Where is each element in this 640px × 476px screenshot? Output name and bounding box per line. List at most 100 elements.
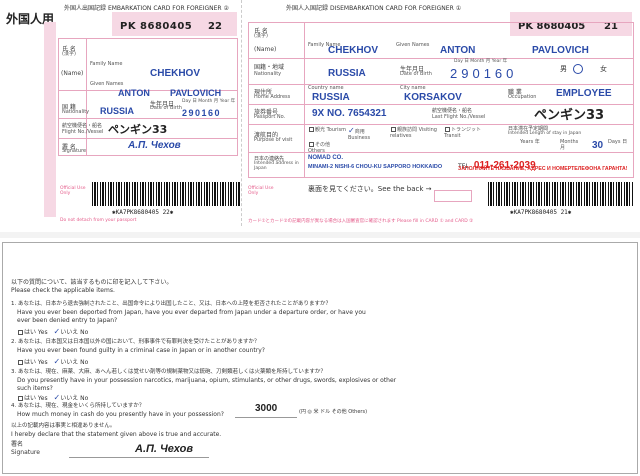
middle-name-value: PAVLOVICH: [170, 88, 222, 98]
disembarkation-card: 外国人入国記録 DISEMBARKATION CARD FOR FOREIGNE…: [244, 0, 636, 226]
purpose-label-en: Purpose of visit: [254, 137, 293, 143]
given-name-value: ANTON: [118, 88, 150, 98]
right-footer-text: カード①とカード②の記載内容が異なる場合は入国審査官に確認されます Please…: [248, 219, 474, 224]
sign-label-en: Signature: [62, 148, 87, 154]
q1-yes-checkbox[interactable]: [18, 330, 23, 335]
card-number: 22: [208, 21, 222, 32]
given-names-label: Given Names: [90, 81, 124, 87]
passport-value: 9X NO. 7654321: [312, 108, 387, 119]
dob-label-en: Date of Birth: [150, 105, 182, 111]
declare-en: I hereby declare that the statement give…: [11, 431, 222, 438]
q1-jp: 1. あなたは、日本から退去強制されたこと、出国命令により出国したこと、又は、日…: [11, 301, 331, 307]
q2-jp: 2. あなたは、日本国又は日本国以外の国において、刑事事件で有罪判決を受けたこと…: [11, 339, 260, 345]
right-name-label-en: (Name): [254, 46, 277, 53]
stay-days-label: Days 日: [608, 139, 628, 145]
back-sign-label-en: Signature: [11, 449, 40, 456]
dob-cols: Day 日 Month 月 Year 年: [182, 99, 236, 104]
tourism-checkbox[interactable]: [309, 127, 314, 132]
occupation-label-en: Occupation: [508, 94, 537, 100]
last-flight-label-jp: 航空機便名・船名: [432, 108, 473, 114]
right-dob-cols: Day 日 Month 月 Year 年: [454, 59, 508, 64]
purpose-business[interactable]: ✓商用 Business: [348, 126, 386, 141]
card-header: 外国人出国記録 EMBARKATION CARD FOR FOREIGNER ②: [64, 3, 229, 12]
sex-circle-icon: [573, 64, 584, 74]
purpose-others[interactable]: その他 Others: [308, 142, 348, 154]
contact-label-en: Intended address in Japan: [254, 161, 299, 171]
name-label-sub: (漢字): [62, 51, 76, 57]
nationality-label-en: Nationality: [62, 109, 90, 115]
contact-line2: MINAMI-2 NISHI-6 CHOU-KU SAPPORO HOKKAID…: [308, 164, 443, 170]
q2-en: Have you ever been found guilty in a cri…: [17, 347, 265, 354]
back-card: 以下の質問について、該当するものに印を記入して下さい。 Please check…: [2, 242, 638, 474]
right-col-divider: [304, 22, 305, 178]
q1-answers: はい Yes ✓いいえ No: [17, 327, 88, 337]
money-underline: [235, 417, 297, 418]
right-row-5: [248, 152, 634, 153]
q3-yes-label: はい Yes: [24, 395, 48, 402]
city-label: City name: [400, 85, 426, 91]
back-signature-value: А.П. Чехов: [135, 443, 193, 455]
q3-no-label: いいえ No: [60, 395, 89, 402]
signature-value: А.П. Чехов: [128, 140, 181, 151]
q4-jp: 4. あなたは、現在、現金をいくら所持していますか？: [11, 403, 145, 409]
name-label-en: (Name): [61, 70, 84, 77]
city-value: KORSAKOV: [404, 92, 462, 103]
q1-en: Have you ever been deported from Japan, …: [17, 309, 366, 324]
q1-no-label: いいえ No: [60, 329, 89, 336]
right-office-use: Official Use Only: [248, 186, 274, 196]
q3-yes-checkbox[interactable]: [18, 396, 23, 401]
dob-value: 290160: [182, 108, 222, 118]
family-name-label: Family Name: [90, 61, 123, 67]
purpose-tourism[interactable]: 観光 Tourism: [308, 127, 346, 134]
right-barcode-text: ✱KA7PK8680405 21✱: [510, 209, 572, 216]
office-use-label: Official Use Only: [60, 186, 86, 196]
last-flight-label-en: Last Flight No./Vessel: [432, 114, 486, 120]
money-value: 3000: [255, 403, 278, 414]
right-given-name-value: ANTON: [440, 45, 476, 56]
right-row-1: [248, 58, 634, 59]
q1-yes-label: はい Yes: [24, 329, 48, 336]
purpose-tourism-label: 観光 Tourism: [315, 127, 346, 133]
signature-underline: [69, 457, 209, 458]
left-barcode: [92, 182, 240, 206]
right-nationality-label-jp: 国籍・地域: [254, 64, 285, 71]
right-card-header: 外国人入国記録 DISEMBARKATION CARD FOR FOREIGNE…: [286, 3, 461, 12]
business-check-icon[interactable]: ✓: [348, 126, 355, 135]
right-nationality-label-en: Nationality: [254, 71, 282, 77]
row-divider-3: [58, 138, 238, 139]
declare-jp: 以上の記載内容は事実と相違ありません。: [11, 423, 116, 429]
right-row-4: [248, 124, 634, 125]
right-barcode: [488, 182, 634, 206]
header-num: ①: [455, 5, 462, 12]
nationality-value: RUSSIA: [100, 106, 135, 116]
sex-male: 男: [560, 64, 584, 74]
red-note: ЗАПОЛНЯЙТЕ НАЗВАНИЕ, АДРЕС И НОМЕРТЕЛЕФО…: [458, 166, 628, 172]
purpose-relatives-label: 親族訪問 Visiting relatives: [390, 127, 437, 139]
purpose-relatives[interactable]: 親族訪問 Visiting relatives: [390, 127, 440, 139]
flight-value: ペンギン33: [108, 123, 168, 136]
header-num: ②: [223, 5, 229, 12]
last-flight-value: ペンギン33: [534, 108, 605, 123]
stay-years: Years 年: [520, 139, 540, 145]
purpose-transit[interactable]: トランジット Transit: [444, 127, 484, 139]
q3-jp: 3. あなたは、現在、麻薬、大麻、あへん若しくは覚せい剤等の規制薬物又は銃砲、刀…: [11, 369, 326, 375]
right-name-label-sub: (漢字): [254, 33, 268, 39]
intro-en: Please check the applicable items.: [11, 287, 115, 294]
stay-label-en: Intended Length of stay in Japan: [508, 131, 582, 136]
q2-yes-label: はい Yes: [24, 359, 48, 366]
embarkation-card: 外国人用 外国人出国記録 EMBARKATION CARD FOR FOREIG…: [0, 0, 242, 226]
flight-label-jp: 航空機便名・船名: [62, 123, 103, 129]
right-middle-name-value: PAVLOVICH: [532, 45, 589, 56]
header-jp: 外国人出国記録: [64, 5, 107, 12]
header-en: DISEMBARKATION CARD FOR FOREIGNER: [329, 5, 454, 12]
transit-checkbox[interactable]: [445, 127, 450, 132]
back-sign-label-jp: 署名: [11, 441, 24, 448]
right-family-name-value: CHEKHOV: [328, 45, 379, 56]
relatives-checkbox[interactable]: [391, 127, 396, 132]
others-checkbox[interactable]: [309, 142, 314, 147]
left-vertical-strip: [44, 22, 56, 217]
country-value: RUSSIA: [312, 92, 350, 103]
q2-yes-checkbox[interactable]: [18, 360, 23, 365]
passport-label-en: Passport No.: [254, 114, 286, 120]
family-name-value: CHEKHOV: [150, 68, 201, 79]
